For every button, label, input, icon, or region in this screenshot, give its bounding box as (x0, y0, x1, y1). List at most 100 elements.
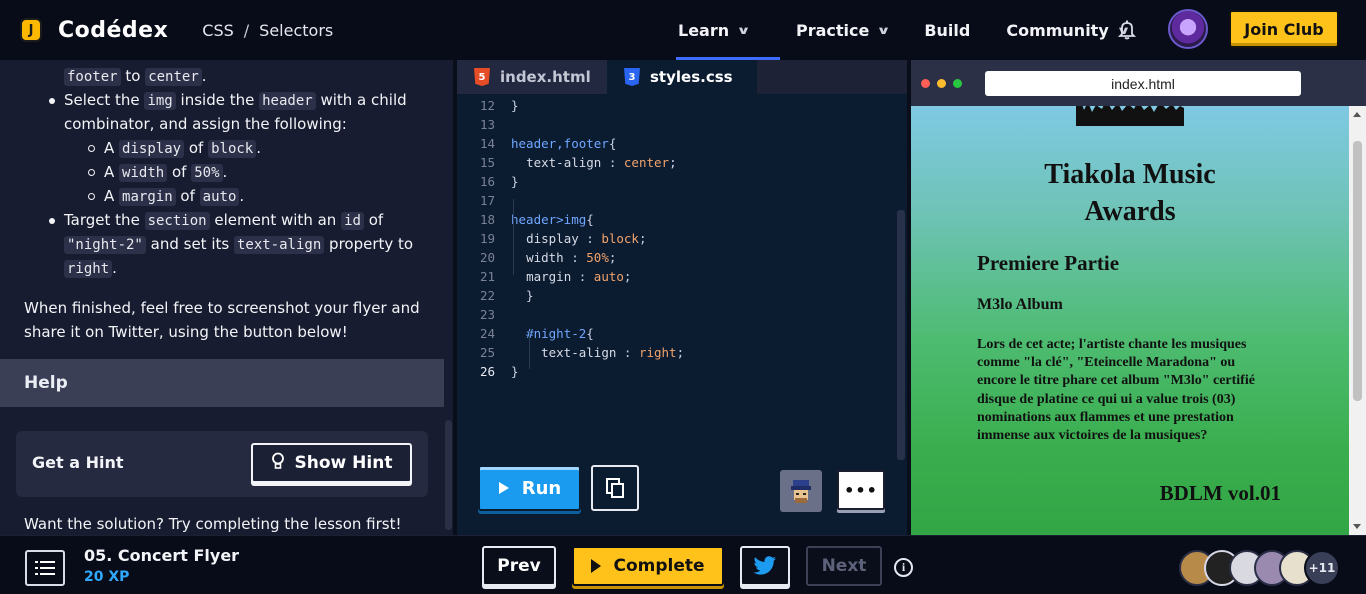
text: element with an (214, 211, 337, 229)
code-display: display (119, 140, 185, 158)
complete-button[interactable]: Complete (572, 546, 724, 586)
bell-icon[interactable] (1116, 18, 1138, 42)
logo[interactable]: J Codédex (20, 18, 168, 43)
flyer-paragraph: Lors de cet acte; l'artiste chante les m… (977, 337, 1255, 444)
code-line[interactable]: 20 width : 50%; (457, 248, 897, 267)
assistant-character-icon[interactable] (780, 470, 822, 512)
preview-scrollbar[interactable] (1349, 106, 1366, 535)
code-line[interactable]: 23 (457, 305, 897, 324)
code-line[interactable]: 21 margin : auto; (457, 267, 897, 286)
code-line[interactable]: 25 text-align : right; (457, 343, 897, 362)
join-club-button[interactable]: Join Club (1229, 10, 1339, 48)
scrollbar-thumb[interactable] (445, 420, 452, 530)
info-icon[interactable]: i (894, 558, 913, 577)
lesson-menu-button[interactable] (25, 550, 65, 586)
preview-url: index.html (985, 71, 1301, 96)
show-hint-button[interactable]: Show Hint (251, 443, 412, 483)
code-line[interactable]: 14 header,footer{ (457, 134, 897, 153)
flyer-title: Tiakola Music Awards (911, 156, 1349, 230)
editor-scrollbar[interactable] (897, 210, 905, 460)
code-line[interactable]: 16} (457, 172, 897, 191)
copy-code-button[interactable] (591, 465, 639, 511)
code-margin: margin (119, 188, 176, 206)
code-line[interactable]: 19 display : block; (457, 229, 897, 248)
code-text[interactable]: #night-2{ (511, 324, 594, 343)
code-line[interactable]: 22 } (457, 286, 897, 305)
code-text[interactable]: margin : auto; (511, 267, 631, 286)
text: with a child (320, 91, 407, 109)
code-text[interactable]: header,footer{ (511, 134, 616, 153)
code-text[interactable]: } (511, 362, 519, 381)
tab-styles-css[interactable]: 3 styles.css (607, 60, 757, 94)
code-text[interactable]: text-align : right; (511, 343, 684, 362)
nav-links: Learn ∨ Practice ∨ Build Community ∨ (676, 0, 1130, 60)
close-dot-icon (921, 79, 930, 88)
lesson-panel: footer to center. Select the img inside … (0, 60, 444, 535)
prev-button[interactable]: Prev (482, 546, 556, 586)
flyer-title-line1: Tiakola Music (1044, 159, 1216, 190)
code-text[interactable]: width : 50%; (511, 248, 616, 267)
line-number: 25 (479, 345, 495, 360)
code-text[interactable]: } (511, 96, 519, 115)
code-line[interactable]: 18 header>img{ (457, 210, 897, 229)
scroll-down-icon[interactable] (1353, 524, 1361, 529)
breadcrumb-course[interactable]: CSS (202, 21, 233, 40)
tab-label: index.html (500, 68, 591, 86)
more-options-button[interactable]: ••• (837, 470, 885, 510)
line-number: 26 (479, 364, 495, 379)
play-icon (498, 482, 509, 494)
indent-guide (529, 331, 530, 369)
instruction-2: Target the section element with an id of (64, 208, 383, 233)
line-number: 13 (479, 117, 495, 132)
nav-community-label: Community (1006, 20, 1109, 40)
code-line[interactable]: 13 (457, 115, 897, 134)
xp-value: 20 XP (84, 569, 130, 585)
nav-build[interactable]: Build (924, 0, 970, 60)
code-line[interactable]: 24 #night-2{ (457, 324, 897, 343)
code-text[interactable]: display : block; (511, 229, 646, 248)
chevron-down-icon: ∨ (736, 23, 751, 37)
text: Target the (64, 211, 140, 229)
nav-learn[interactable]: Learn ∨ (676, 0, 780, 60)
lesson-scrollbar[interactable] (444, 60, 453, 535)
code-text-align: text-align (233, 236, 325, 254)
bullet (49, 218, 55, 224)
code-line[interactable]: 12} (457, 96, 897, 115)
sub-instruction-width: A width of 50%. (104, 163, 228, 182)
scrollbar-thumb[interactable] (1353, 141, 1362, 401)
run-button[interactable]: Run (478, 465, 581, 511)
breadcrumb: CSS / Selectors (202, 21, 333, 40)
line-number: 19 (479, 231, 495, 246)
line-number: 21 (479, 269, 495, 284)
breadcrumb-lesson[interactable]: Selectors (259, 21, 333, 40)
code-text[interactable]: header>img{ (511, 210, 594, 229)
code-line[interactable]: 15 text-align : center; (457, 153, 897, 172)
text: inside the (180, 91, 255, 109)
text: of (180, 187, 195, 205)
twitter-share-button[interactable] (740, 546, 790, 586)
twitter-icon (753, 556, 776, 575)
help-header[interactable]: Help (0, 359, 444, 407)
sub-bullet (88, 193, 95, 200)
code-text[interactable]: } (511, 172, 519, 191)
code-line[interactable]: 17 (457, 191, 897, 210)
code-text[interactable]: } (511, 286, 534, 305)
tab-index-html[interactable]: 5 index.html (457, 60, 607, 94)
text: A (104, 187, 115, 205)
lesson-title: 05. Concert Flyer (84, 546, 240, 565)
scroll-up-icon[interactable] (1353, 112, 1361, 117)
lesson-fragment: footer to center. (64, 64, 207, 89)
text: of (171, 163, 187, 181)
instruction-1-line2: combinator, and assign the following: (64, 115, 347, 133)
line-number: 20 (479, 250, 495, 265)
next-button[interactable]: Next (806, 546, 882, 586)
classmates-avatars[interactable]: +11 (1179, 550, 1359, 586)
code-50: 50% (191, 164, 223, 182)
code-line[interactable]: 26} (457, 362, 897, 381)
preview-page: Tiakola Music Awards Premiere Partie M3l… (911, 106, 1349, 535)
user-avatar[interactable] (1168, 9, 1208, 49)
nav-community[interactable]: Community ∨ (1006, 0, 1130, 60)
nav-practice[interactable]: Practice ∨ (796, 0, 891, 60)
more-avatars-count: +11 (1304, 550, 1340, 586)
code-text[interactable]: text-align : center; (511, 153, 677, 172)
